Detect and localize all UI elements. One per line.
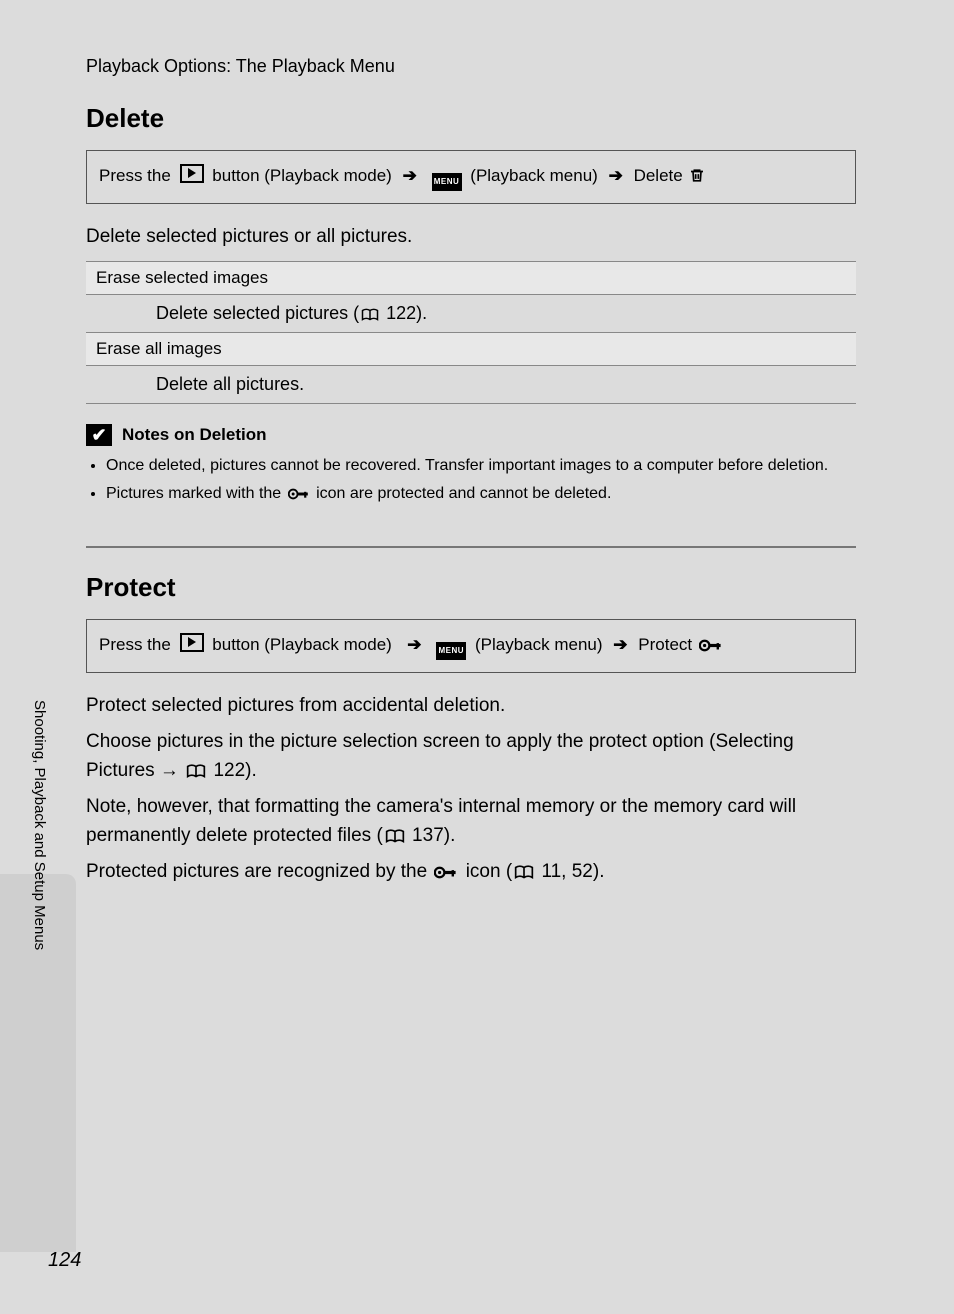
arrow-icon: ➔ <box>407 632 421 658</box>
section-divider <box>86 546 856 548</box>
protect-key-icon <box>434 865 458 880</box>
reference-book-icon <box>361 308 379 322</box>
playback-button-icon <box>180 164 204 183</box>
text: Delete selected pictures ( <box>156 303 359 323</box>
reference-book-icon <box>186 764 206 779</box>
text: icon ( <box>460 861 512 882</box>
arrow-icon: ➔ <box>609 163 623 189</box>
page-number: 124 <box>48 1249 81 1272</box>
trash-icon <box>689 167 705 184</box>
nav-text: (Playback menu) <box>475 635 603 654</box>
nav-text: Protect <box>638 635 692 654</box>
page-content: Playback Options: The Playback Menu Dele… <box>86 56 856 892</box>
section-heading-protect: Protect <box>86 572 856 603</box>
arrow-icon: ➔ <box>613 632 627 658</box>
notes-header: ✔ Notes on Deletion <box>86 424 856 446</box>
protect-p4: Protected pictures are recognized by the… <box>86 857 856 886</box>
option-erase-all: Erase all images <box>86 333 856 366</box>
text: Protected pictures are recognized by the <box>86 861 432 882</box>
check-box-icon: ✔ <box>86 424 112 446</box>
protect-p2: Choose pictures in the picture selection… <box>86 727 856 786</box>
note-item: Once deleted, pictures cannot be recover… <box>106 454 856 478</box>
option-erase-selected: Erase selected images <box>86 262 856 295</box>
nav-text: button (Playback mode) <box>212 635 392 654</box>
side-chapter-label: Shooting, Playback and Setup Menus <box>31 700 48 950</box>
nav-text: button (Playback mode) <box>212 166 392 185</box>
manual-page: Shooting, Playback and Setup Menus 124 P… <box>0 0 954 1314</box>
nav-text: Delete <box>634 166 683 185</box>
reference-book-icon <box>385 829 405 844</box>
playback-button-icon <box>180 633 204 652</box>
protect-intro: Protect selected pictures from accidenta… <box>86 691 856 720</box>
section-heading-delete: Delete <box>86 103 856 134</box>
text: 137). <box>407 825 456 846</box>
menu-button-icon: MENU <box>436 642 466 660</box>
protect-p3: Note, however, that formatting the camer… <box>86 792 856 851</box>
reference-book-icon <box>514 865 534 880</box>
delete-intro: Delete selected pictures or all pictures… <box>86 222 856 251</box>
breadcrumb: Playback Options: The Playback Menu <box>86 56 856 77</box>
protect-key-icon <box>699 638 723 653</box>
navigation-path-delete: Press the button (Playback mode) ➔ MENU … <box>86 150 856 204</box>
option-erase-selected-desc: Delete selected pictures ( 122). <box>86 295 856 333</box>
text: Pictures marked with the <box>106 485 286 502</box>
nav-text: (Playback menu) <box>470 166 598 185</box>
text: 11, 52). <box>536 861 604 882</box>
arrow-icon: ➔ <box>403 163 417 189</box>
note-item: Pictures marked with the icon are protec… <box>106 482 856 506</box>
option-erase-all-desc: Delete all pictures. <box>86 366 856 404</box>
notes-title: Notes on Deletion <box>122 425 267 445</box>
text: 122). <box>208 760 257 781</box>
protect-key-icon <box>288 487 310 501</box>
nav-text: Press the <box>99 635 171 654</box>
notes-list: Once deleted, pictures cannot be recover… <box>94 454 856 506</box>
text: icon are protected and cannot be deleted… <box>312 485 612 502</box>
menu-button-icon: MENU <box>432 173 462 191</box>
navigation-path-protect: Press the button (Playback mode) ➔ MENU … <box>86 619 856 673</box>
delete-options-table: Erase selected images Delete selected pi… <box>86 261 856 404</box>
notes-on-deletion: ✔ Notes on Deletion Once deleted, pictur… <box>86 424 856 506</box>
text: 122). <box>381 303 427 323</box>
nav-text: Press the <box>99 166 171 185</box>
